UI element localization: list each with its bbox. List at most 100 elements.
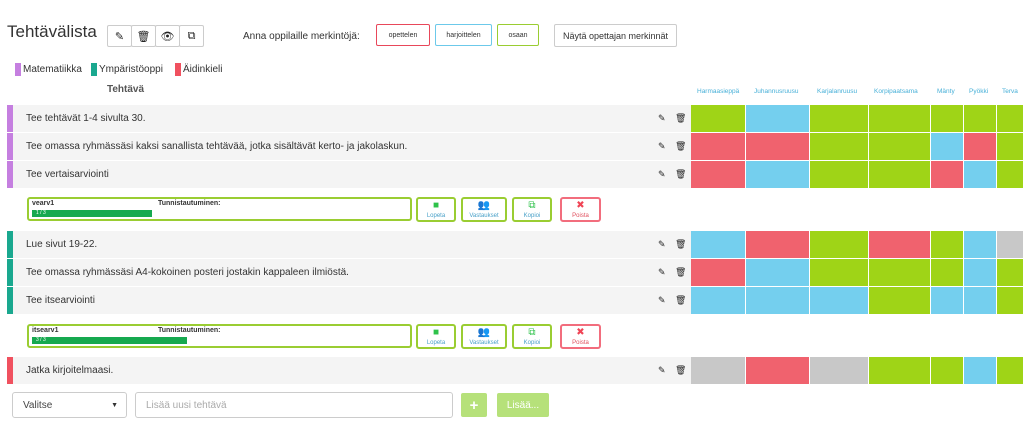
mark-cell[interactable] xyxy=(746,357,809,384)
mark-cell[interactable] xyxy=(964,133,996,160)
copy-action-button[interactable]: ⧉ Kopioi xyxy=(512,324,552,349)
student-name: Mänty xyxy=(937,88,955,95)
pencil-icon[interactable]: ✎ xyxy=(658,169,666,180)
task-row[interactable]: Tee omassa ryhmässäsi A4-kokoinen poster… xyxy=(7,259,691,287)
task-text: Tee omassa ryhmässäsi kaksi sanallista t… xyxy=(26,141,408,152)
task-row[interactable]: Tee vertaisarviointi ✎ 🗑 xyxy=(7,161,691,189)
mark-cell[interactable] xyxy=(997,357,1023,384)
task-row[interactable]: Tee tehtävät 1-4 sivulta 30. ✎ 🗑 xyxy=(7,105,691,133)
mark-cell[interactable] xyxy=(997,133,1023,160)
mark-button-osaan[interactable]: osaan xyxy=(497,24,539,46)
mark-cell[interactable] xyxy=(746,161,809,188)
mark-cell[interactable] xyxy=(691,357,745,384)
mark-cell[interactable] xyxy=(931,133,963,160)
trash-icon[interactable]: 🗑 xyxy=(675,365,686,376)
mark-cell[interactable] xyxy=(931,231,963,258)
mark-cell[interactable] xyxy=(691,259,745,286)
pencil-icon[interactable]: ✎ xyxy=(658,267,666,278)
mark-cell[interactable] xyxy=(964,259,996,286)
mark-cell[interactable] xyxy=(931,161,963,188)
mark-cell[interactable] xyxy=(746,287,809,314)
mark-cell[interactable] xyxy=(931,357,963,384)
mark-cell[interactable] xyxy=(691,287,745,314)
mark-cell[interactable] xyxy=(746,105,809,132)
mark-cell[interactable] xyxy=(746,259,809,286)
pencil-icon[interactable]: ✎ xyxy=(658,239,666,250)
mark-cell[interactable] xyxy=(810,357,868,384)
mark-cell[interactable] xyxy=(746,231,809,258)
mark-button-opettelen[interactable]: opettelen xyxy=(376,24,430,46)
trash-icon[interactable]: 🗑 xyxy=(675,239,686,250)
mark-cell[interactable] xyxy=(997,287,1023,314)
pencil-icon[interactable]: ✎ xyxy=(658,365,666,376)
mark-cell[interactable] xyxy=(964,105,996,132)
subject-select[interactable]: Valitse ▼ xyxy=(12,392,127,418)
mark-cell[interactable] xyxy=(869,105,930,132)
delete-action-button[interactable]: ✖ Poista xyxy=(560,324,601,349)
mark-cell[interactable] xyxy=(964,161,996,188)
mark-cell[interactable] xyxy=(997,161,1023,188)
mark-cell[interactable] xyxy=(746,133,809,160)
mark-cell[interactable] xyxy=(810,231,868,258)
task-text: Tee omassa ryhmässäsi A4-kokoinen poster… xyxy=(26,267,349,278)
stop-button[interactable]: ■ Lopeta xyxy=(416,324,456,349)
task-row[interactable]: Jatka kirjoitelmaasi. ✎ 🗑 xyxy=(7,357,691,385)
pencil-icon[interactable]: ✎ xyxy=(658,113,666,124)
mark-cell[interactable] xyxy=(691,133,745,160)
close-icon: ✖ xyxy=(576,199,585,211)
task-row[interactable]: Tee omassa ryhmässäsi kaksi sanallista t… xyxy=(7,133,691,161)
answers-button[interactable]: 👥 Vastaukset xyxy=(461,197,507,222)
mark-cell[interactable] xyxy=(964,357,996,384)
mark-cell[interactable] xyxy=(997,259,1023,286)
legend-item-environment: Ympäristöoppi xyxy=(91,63,163,76)
trash-icon[interactable]: 🗑 xyxy=(675,169,686,180)
edit-button[interactable]: ✎ xyxy=(107,25,132,47)
trash-icon[interactable]: 🗑 xyxy=(675,267,686,278)
mark-cell[interactable] xyxy=(931,259,963,286)
mark-cell[interactable] xyxy=(691,231,745,258)
mark-cell[interactable] xyxy=(691,105,745,132)
mark-cell[interactable] xyxy=(810,133,868,160)
mark-cell[interactable] xyxy=(869,259,930,286)
view-button[interactable]: 👁 xyxy=(155,25,180,47)
assessment-panel: itsearv1 Tunnistautuminen: 3 / 3 xyxy=(27,324,412,348)
trash-icon[interactable]: 🗑 xyxy=(675,295,686,306)
mark-cell[interactable] xyxy=(810,161,868,188)
legend-swatch xyxy=(15,63,21,76)
more-button[interactable]: Lisää... xyxy=(497,393,549,417)
trash-icon[interactable]: 🗑 xyxy=(675,141,686,152)
pencil-icon[interactable]: ✎ xyxy=(658,295,666,306)
mark-cell[interactable] xyxy=(810,259,868,286)
mark-cell[interactable] xyxy=(869,287,930,314)
mark-cell[interactable] xyxy=(869,133,930,160)
mark-button-harjoittelen[interactable]: harjoittelen xyxy=(435,24,492,46)
mark-cell[interactable] xyxy=(810,287,868,314)
task-row[interactable]: Lue sivut 19-22. ✎ 🗑 xyxy=(7,231,691,259)
mark-cell[interactable] xyxy=(964,287,996,314)
new-task-input[interactable] xyxy=(135,392,453,418)
mark-cell[interactable] xyxy=(931,287,963,314)
mark-cell[interactable] xyxy=(869,357,930,384)
legend-item-finnish: Äidinkieli xyxy=(175,63,222,76)
mark-cell[interactable] xyxy=(810,105,868,132)
copy-button[interactable]: ⧉ xyxy=(179,25,204,47)
mark-cell[interactable] xyxy=(691,161,745,188)
mark-cell[interactable] xyxy=(964,231,996,258)
mark-cell[interactable] xyxy=(997,105,1023,132)
mark-cell[interactable] xyxy=(997,231,1023,258)
delete-action-button[interactable]: ✖ Poista xyxy=(560,197,601,222)
task-row[interactable]: Tee itsearviointi ✎ 🗑 xyxy=(7,287,691,315)
marks-label: Anna oppilaille merkintöjä: xyxy=(243,31,360,42)
mark-cell[interactable] xyxy=(869,231,930,258)
copy-action-button[interactable]: ⧉ Kopioi xyxy=(512,197,552,222)
answers-button[interactable]: 👥 Vastaukset xyxy=(461,324,507,349)
stop-button[interactable]: ■ Lopeta xyxy=(416,197,456,222)
delete-button[interactable]: 🗑 xyxy=(131,25,156,47)
trash-icon[interactable]: 🗑 xyxy=(675,113,686,124)
show-teacher-marks-button[interactable]: Näytä opettajan merkinnät xyxy=(554,24,677,47)
mark-cell[interactable] xyxy=(931,105,963,132)
add-task-button[interactable]: + xyxy=(461,393,487,417)
mark-cell[interactable] xyxy=(869,161,930,188)
assessment-name: itsearv1 xyxy=(32,327,59,334)
pencil-icon[interactable]: ✎ xyxy=(658,141,666,152)
